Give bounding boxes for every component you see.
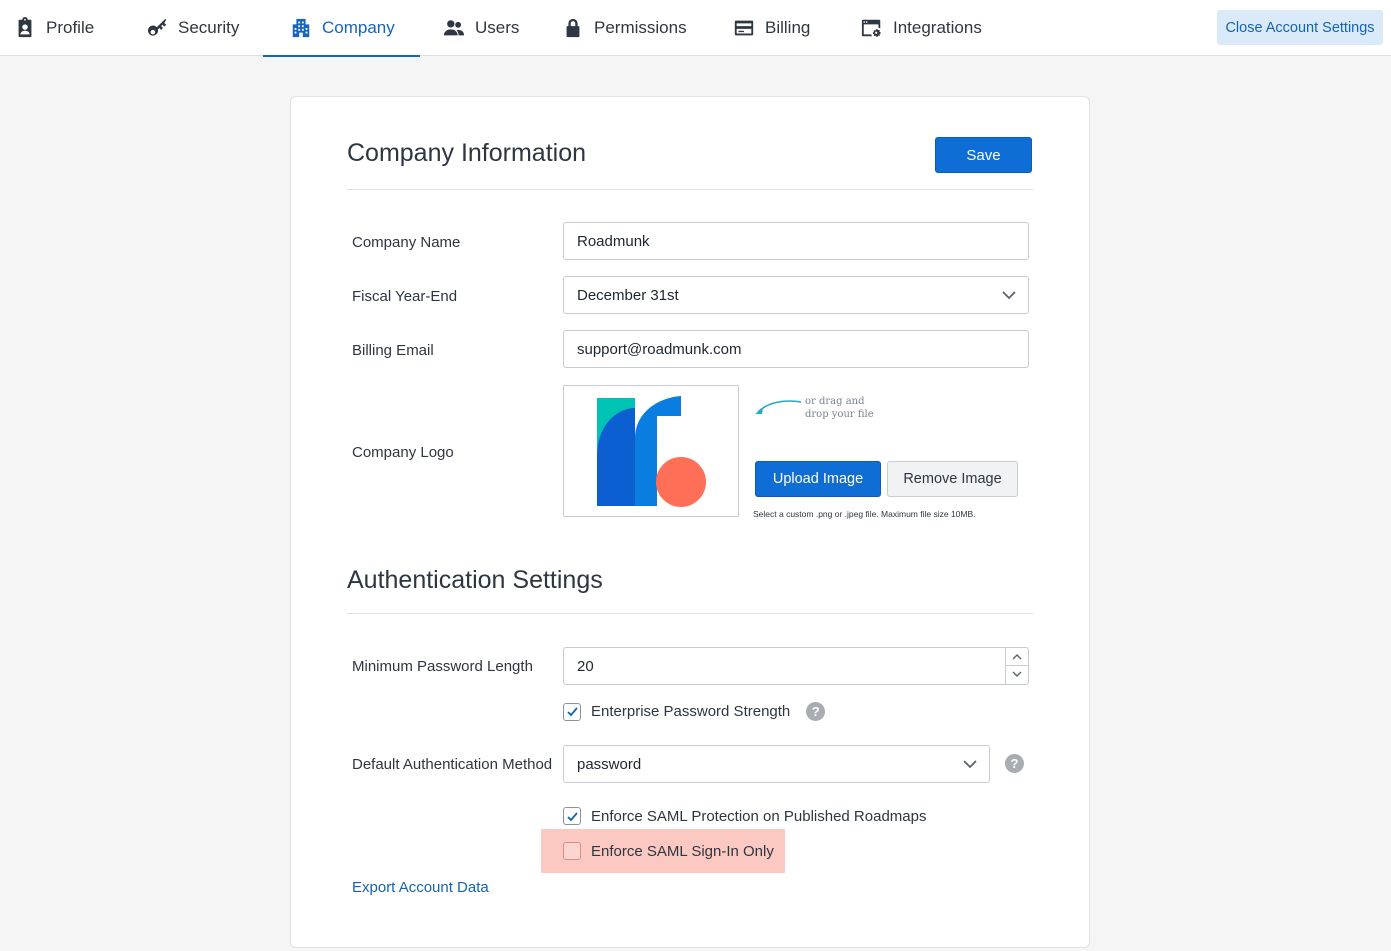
export-account-data-link[interactable]: Export Account Data bbox=[352, 879, 489, 896]
building-icon bbox=[292, 18, 310, 38]
upload-image-button[interactable]: Upload Image bbox=[755, 461, 881, 497]
authentication-settings-heading: Authentication Settings bbox=[347, 566, 603, 594]
enterprise-password-strength-label: Enterprise Password Strength bbox=[591, 703, 791, 720]
company-logo-label: Company Logo bbox=[352, 444, 454, 461]
min-password-length-input[interactable]: 20 bbox=[563, 647, 1029, 685]
tab-security[interactable]: Security bbox=[146, 0, 239, 56]
enforce-saml-published-row: Enforce SAML Protection on Published Roa… bbox=[563, 807, 926, 825]
enforce-saml-published-checkbox[interactable] bbox=[563, 807, 581, 825]
default-auth-method-value: password bbox=[577, 755, 642, 773]
company-settings-card: Company Information Save Company Name Ro… bbox=[290, 96, 1090, 948]
key-icon bbox=[147, 18, 167, 36]
help-icon[interactable]: ? bbox=[806, 702, 826, 721]
fiscal-year-end-label: Fiscal Year-End bbox=[352, 288, 458, 305]
account-settings-nav: Profile Security Company Users Permissio… bbox=[0, 0, 1391, 57]
tab-label: Billing bbox=[765, 18, 811, 37]
enforce-saml-published-label: Enforce SAML Protection on Published Roa… bbox=[591, 807, 927, 825]
section-divider bbox=[347, 189, 1033, 190]
default-auth-method-label: Default Authentication Method bbox=[352, 756, 553, 773]
close-account-settings-button[interactable]: Close Account Settings bbox=[1217, 10, 1383, 45]
save-button[interactable]: Save bbox=[935, 137, 1032, 173]
tab-label: Security bbox=[178, 18, 240, 37]
credit-card-icon bbox=[734, 20, 754, 36]
file-requirements-note: Select a custom .png or .jpeg file. Maxi… bbox=[753, 509, 976, 519]
tab-billing[interactable]: Billing bbox=[733, 0, 810, 56]
enforce-saml-signin-row: Enforce SAML Sign-In Only bbox=[563, 842, 774, 860]
company-logo-preview[interactable] bbox=[563, 385, 739, 517]
tab-permissions[interactable]: Permissions bbox=[562, 0, 687, 56]
stepper-down[interactable] bbox=[1006, 666, 1028, 684]
billing-email-input[interactable]: support@roadmunk.com bbox=[563, 330, 1029, 368]
lock-icon bbox=[566, 18, 580, 38]
company-information-heading: Company Information bbox=[347, 139, 587, 167]
enforce-saml-signin-label: Enforce SAML Sign-In Only bbox=[591, 842, 774, 860]
default-auth-method-select[interactable]: password bbox=[563, 745, 990, 783]
company-name-input[interactable]: Roadmunk bbox=[563, 222, 1029, 260]
enforce-saml-signin-checkbox[interactable] bbox=[563, 842, 581, 860]
drag-drop-hint: or drag and drop your file bbox=[805, 395, 874, 421]
users-icon bbox=[443, 20, 465, 36]
billing-email-label: Billing Email bbox=[352, 342, 434, 359]
tab-label: Users bbox=[475, 18, 520, 37]
chevron-down-icon bbox=[963, 760, 977, 769]
min-password-length-value: 20 bbox=[577, 657, 594, 675]
tab-company[interactable]: Company bbox=[263, 0, 420, 57]
tab-profile[interactable]: Profile bbox=[14, 0, 94, 56]
drag-hint-line: drop your file bbox=[805, 409, 874, 420]
roadmunk-logo bbox=[597, 396, 706, 507]
tab-integrations[interactable]: Integrations bbox=[861, 0, 982, 56]
tab-label: Company bbox=[322, 18, 395, 37]
check-icon bbox=[566, 811, 578, 821]
chevron-down-icon bbox=[1002, 291, 1016, 300]
check-icon bbox=[566, 707, 578, 717]
number-stepper[interactable] bbox=[1005, 648, 1028, 684]
tab-users[interactable]: Users bbox=[443, 0, 519, 56]
stepper-up[interactable] bbox=[1006, 648, 1028, 666]
drag-hint-line: or drag and bbox=[805, 396, 865, 407]
billing-email-value: support@roadmunk.com bbox=[577, 340, 742, 358]
enterprise-password-strength-checkbox[interactable] bbox=[563, 702, 581, 721]
fiscal-year-end-value: December 31st bbox=[577, 286, 679, 304]
fiscal-year-end-select[interactable]: December 31st bbox=[563, 276, 1029, 314]
curved-arrow-icon bbox=[755, 400, 802, 414]
clipboard-badge-icon bbox=[18, 17, 32, 38]
browser-gear-icon bbox=[861, 19, 881, 37]
section-divider bbox=[347, 613, 1033, 614]
company-name-label: Company Name bbox=[352, 234, 461, 251]
chevron-up-icon bbox=[1012, 654, 1022, 660]
tab-label: Integrations bbox=[893, 18, 982, 37]
chevron-down-icon bbox=[1012, 671, 1022, 677]
tab-label: Profile bbox=[46, 18, 95, 37]
remove-image-button[interactable]: Remove Image bbox=[887, 461, 1018, 497]
enterprise-password-strength-row: Enterprise Password Strength ? bbox=[563, 702, 826, 721]
min-password-length-label: Minimum Password Length bbox=[352, 658, 533, 675]
tab-label: Permissions bbox=[594, 18, 687, 37]
company-name-value: Roadmunk bbox=[577, 232, 650, 250]
help-icon[interactable]: ? bbox=[1005, 754, 1024, 773]
